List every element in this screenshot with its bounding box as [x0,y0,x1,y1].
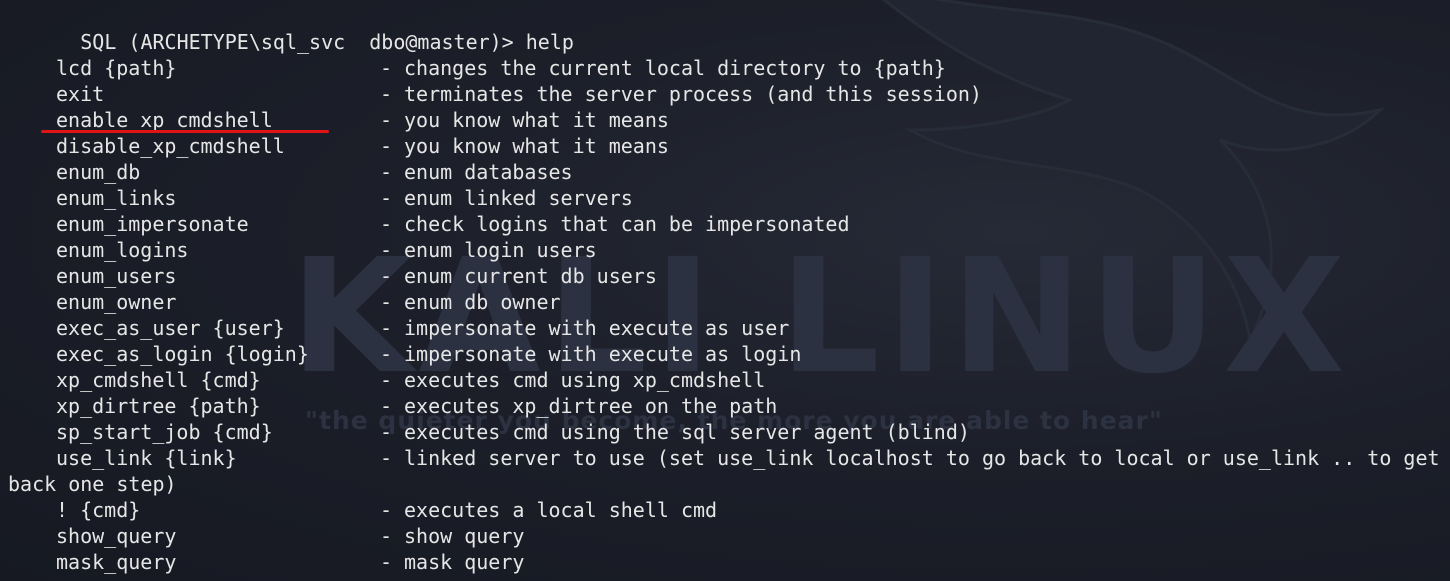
help-entry: lcd {path} - changes the current local dir… [8,55,1448,81]
prompt-line: SQL (ARCHETYPE\sql_svc dbo@master)> help [8,3,1448,54]
help-command: lcd {path} [56,56,177,80]
help-dash: - [380,524,393,548]
help-dash: - [380,212,393,236]
help-command: exit [56,82,105,106]
help-command: show_query [56,524,177,548]
help-wrap-text: back one step) [8,472,177,496]
help-command: exec_as_login {login} [56,342,309,366]
help-description: terminates the server process (and this … [404,82,982,106]
help-entry: back one step) [8,471,1448,497]
help-entry: use_link {link} - linked server to use (se… [8,445,1448,471]
help-dash: - [380,498,393,522]
help-entry: enum_owner - enum db owner [8,289,1448,315]
help-description: enum databases [404,160,573,184]
help-dash: - [380,82,393,106]
help-command: exec_as_user {user} [56,316,285,340]
help-description: check logins that can be impersonated [404,212,850,236]
help-entry: exec_as_login {login} - impersonate with e… [8,341,1448,367]
help-dash: - [380,238,393,262]
help-entry: disable_xp_cmdshell - you know what it mea… [8,133,1448,159]
help-description: executes cmd using the sql server agent … [404,420,970,444]
help-list: lcd {path} - changes the current local dir… [8,55,1448,575]
help-description: show query [404,524,525,548]
help-command: xp_cmdshell {cmd} [56,368,261,392]
help-command: ! {cmd} [56,498,141,522]
help-description: executes cmd using xp_cmdshell [404,368,766,392]
help-command: mask_query [56,550,177,574]
help-command: sp_start_job {cmd} [56,420,273,444]
help-command: enum_users [56,264,177,288]
help-dash: - [380,134,393,158]
help-command: enum_links [56,186,177,210]
terminal-window[interactable]: KALI LINUX "the quieter you become, the … [0,0,1450,581]
help-dash: - [380,420,393,444]
help-command: use_link {link} [56,446,237,470]
help-dash: - [380,342,393,366]
help-description: enum current db users [404,264,657,288]
red-underline-annotation [41,130,329,133]
help-entry: enum_logins - enum login users [8,237,1448,263]
help-description: you know what it means [404,108,669,132]
help-entry: enum_db - enum databases [8,159,1448,185]
help-dash: - [380,394,393,418]
help-dash: - [380,290,393,314]
help-entry: mask_query - mask query [8,549,1448,575]
help-description: executes xp_dirtree on the path [404,394,778,418]
help-description: enum db owner [404,290,561,314]
help-dash: - [380,446,393,470]
help-command: xp_dirtree {path} [56,394,261,418]
help-command: disable_xp_cmdshell [56,134,285,158]
terminal-output: SQL (ARCHETYPE\sql_svc dbo@master)> help… [8,3,1448,575]
help-description: executes a local shell cmd [404,498,718,522]
help-description: linked server to use (set use_link local… [404,446,1440,470]
help-dash: - [380,368,393,392]
help-dash: - [380,160,393,184]
help-description: impersonate with execute as login [404,342,802,366]
help-description: mask query [404,550,525,574]
help-entry: enum_users - enum current db users [8,263,1448,289]
help-entry: enum_impersonate - check logins that can b… [8,211,1448,237]
help-description: enum login users [404,238,597,262]
help-entry: exit - terminates the server process (and … [8,81,1448,107]
help-command: enum_owner [56,290,177,314]
help-entry: exec_as_user {user} - impersonate with exe… [8,315,1448,341]
help-command: enum_db [56,160,141,184]
help-dash: - [380,316,393,340]
help-dash: - [380,186,393,210]
help-dash: - [380,550,393,574]
help-description: impersonate with execute as user [404,316,790,340]
help-entry: xp_cmdshell {cmd} - executes cmd using xp_… [8,367,1448,393]
help-entry: ! {cmd} - executes a local shell cmd [8,497,1448,523]
help-description: enum linked servers [404,186,633,210]
help-entry: xp_dirtree {path} - executes xp_dirtree on… [8,393,1448,419]
help-dash: - [380,56,393,80]
help-entry: enum_links - enum linked servers [8,185,1448,211]
help-description: changes the current local directory to {… [404,56,946,80]
help-description: you know what it means [404,134,669,158]
help-command: enum_logins [56,238,189,262]
help-dash: - [380,264,393,288]
help-entry: show_query - show query [8,523,1448,549]
help-command: enum_impersonate [56,212,249,236]
help-entry: sp_start_job {cmd} - executes cmd using th… [8,419,1448,445]
help-dash: - [380,108,393,132]
